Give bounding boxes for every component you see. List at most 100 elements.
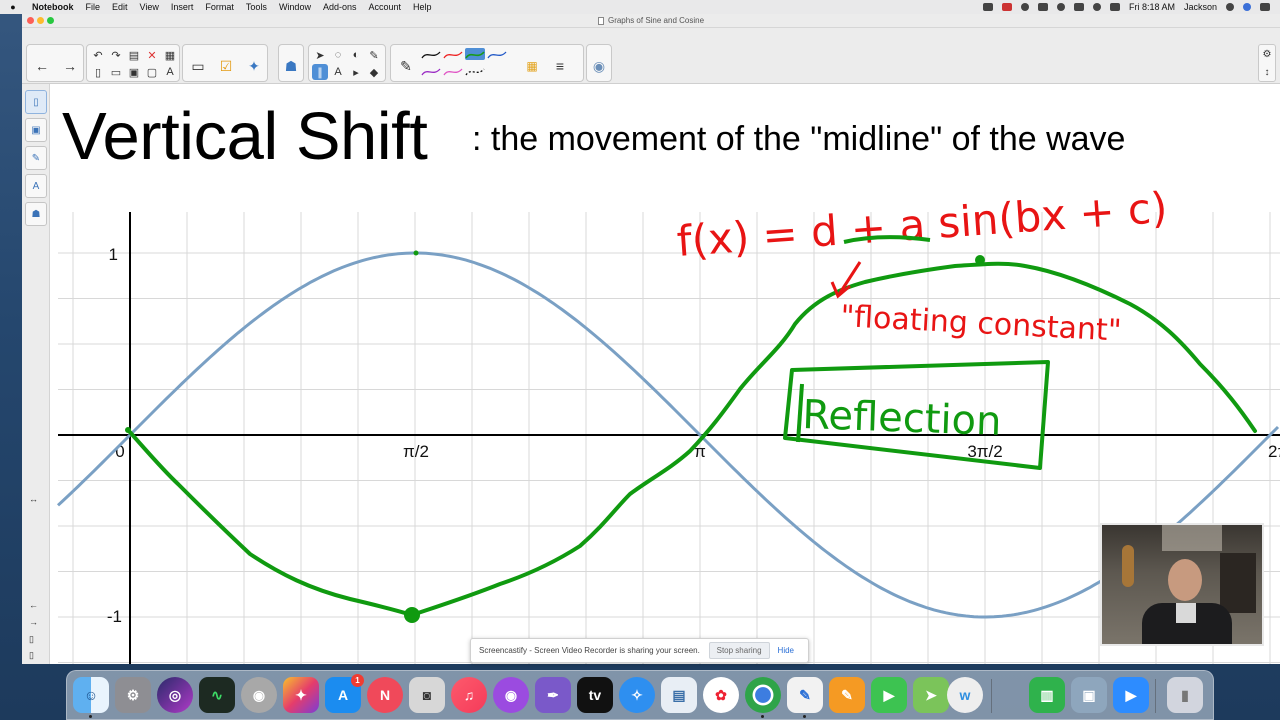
battery-icon[interactable] bbox=[1109, 3, 1120, 11]
dock-finder-icon[interactable]: ☺ bbox=[73, 677, 109, 718]
apple-menu-icon[interactable]: ● bbox=[0, 2, 26, 12]
gallery-tab[interactable]: ▣ bbox=[25, 118, 47, 142]
previous-page-button[interactable]: ← bbox=[31, 55, 53, 77]
side-next-page-icon[interactable]: → bbox=[29, 617, 38, 627]
open-file-button[interactable]: ▭ bbox=[108, 64, 124, 80]
siri-icon[interactable] bbox=[1243, 3, 1251, 11]
save-button[interactable]: ▣ bbox=[126, 64, 142, 80]
window-minimize-button[interactable] bbox=[37, 17, 44, 24]
dock-tv-icon[interactable]: tv bbox=[577, 677, 613, 713]
pen-green-selected[interactable] bbox=[465, 48, 485, 60]
text-tool-icon[interactable]: A bbox=[330, 64, 346, 80]
display-button[interactable]: ▭ bbox=[187, 55, 209, 77]
menu-help[interactable]: Help bbox=[407, 2, 438, 12]
magic-pen-icon[interactable]: ✎ bbox=[366, 47, 382, 63]
redo-button[interactable]: ↷ bbox=[108, 47, 124, 63]
expand-sidebar-icon[interactable]: ↔ bbox=[29, 494, 38, 504]
pen-pink[interactable] bbox=[443, 65, 463, 77]
dock-photo-booth-icon[interactable]: ◙ bbox=[409, 677, 445, 713]
stop-sharing-button[interactable]: Stop sharing bbox=[708, 642, 770, 659]
color-palette-icon[interactable]: ▦ bbox=[521, 55, 543, 77]
select-tool-icon[interactable]: ➤ bbox=[312, 47, 328, 63]
side-delete-page-icon[interactable]: ▯ bbox=[29, 650, 34, 661]
dock-numbers-icon[interactable]: ▥ bbox=[1029, 677, 1065, 713]
dock-news-icon[interactable]: N bbox=[367, 677, 403, 713]
menu-app-name[interactable]: Notebook bbox=[26, 2, 80, 12]
new-page-button[interactable]: ▯ bbox=[90, 64, 106, 80]
pen-blue[interactable] bbox=[487, 48, 507, 60]
pen-red[interactable] bbox=[443, 48, 463, 60]
camera-status-icon[interactable] bbox=[982, 3, 993, 11]
hide-banner-link[interactable]: Hide bbox=[778, 646, 794, 655]
dropbox-status-icon[interactable] bbox=[1020, 3, 1029, 11]
dock-music-icon[interactable]: ♫ bbox=[451, 677, 487, 713]
font-button[interactable]: A bbox=[162, 64, 178, 80]
undo-button[interactable]: ↶ bbox=[90, 47, 106, 63]
dock-final-cut-icon[interactable]: ✦ bbox=[283, 677, 319, 713]
dock-safari-icon[interactable]: ✧ bbox=[619, 677, 655, 713]
dock-system-preferences-icon[interactable]: ⚙ bbox=[115, 677, 151, 713]
menu-format[interactable]: Format bbox=[199, 2, 240, 12]
dock-zoom-icon[interactable]: ▶ bbox=[1113, 677, 1149, 713]
display-status-icon[interactable] bbox=[1037, 3, 1048, 11]
pen-black-thin[interactable] bbox=[421, 48, 441, 60]
properties-icon[interactable]: ◉ bbox=[588, 55, 610, 77]
pen-black-dashed[interactable] bbox=[465, 65, 485, 77]
pen-mode-icon[interactable]: ∥ bbox=[312, 64, 328, 80]
dock-siri-icon[interactable]: ◎ bbox=[157, 677, 193, 713]
dock-disk-utility-icon[interactable]: ◉ bbox=[241, 677, 277, 713]
dock-maps-icon[interactable]: ➤ bbox=[913, 677, 949, 713]
menu-window[interactable]: Window bbox=[273, 2, 317, 12]
attachments-tab[interactable]: ✎ bbox=[25, 146, 47, 170]
bluetooth-icon[interactable] bbox=[1073, 3, 1084, 11]
record-status-icon[interactable] bbox=[1001, 3, 1012, 11]
spotlight-search-icon[interactable] bbox=[1226, 3, 1234, 11]
table-button[interactable]: ▦ bbox=[162, 47, 178, 63]
toolbar-position-icon[interactable]: ↕ bbox=[1265, 67, 1270, 78]
line-style-icon[interactable]: ≡ bbox=[549, 55, 571, 77]
menu-account[interactable]: Account bbox=[362, 2, 407, 12]
dock-pages-icon[interactable]: ✎ bbox=[829, 677, 865, 713]
properties-tab[interactable]: A bbox=[25, 174, 47, 198]
menu-tools[interactable]: Tools bbox=[240, 2, 273, 12]
dock-trash-icon[interactable]: ▮ bbox=[1167, 677, 1203, 713]
wifi-icon[interactable] bbox=[1092, 3, 1101, 11]
menu-add-ons[interactable]: Add-ons bbox=[317, 2, 363, 12]
line-tool-icon[interactable]: ▸ bbox=[348, 64, 364, 80]
dock-photos-icon[interactable]: ✿ bbox=[703, 677, 739, 713]
dock-notebook-icon[interactable]: ✎ bbox=[787, 677, 823, 718]
notification-center-icon[interactable] bbox=[1260, 3, 1270, 11]
dock-facetime-icon[interactable]: ▶ bbox=[871, 677, 907, 713]
dock-podcasts-icon[interactable]: ◉ bbox=[493, 677, 529, 713]
page-sorter-tab[interactable]: ▯ bbox=[25, 90, 47, 114]
dock-chrome-icon[interactable] bbox=[745, 677, 781, 718]
dock-preview-icon[interactable]: ▤ bbox=[661, 677, 697, 713]
response-button[interactable]: ☗ bbox=[280, 55, 302, 77]
menu-view[interactable]: View bbox=[134, 2, 165, 12]
delete-button[interactable]: ✕ bbox=[144, 47, 160, 63]
side-prev-page-icon[interactable]: ← bbox=[29, 600, 38, 610]
screen-shade-button[interactable]: ▢ bbox=[144, 64, 160, 80]
dock-wunderlist-icon[interactable]: w bbox=[947, 677, 983, 713]
dock-app-store-icon[interactable]: A1 bbox=[325, 674, 364, 713]
fill-tool-icon[interactable]: ◐ bbox=[348, 47, 364, 63]
menu-file[interactable]: File bbox=[80, 2, 107, 12]
capture-button[interactable]: ☑ bbox=[215, 55, 237, 77]
side-add-page-icon[interactable]: ▯ bbox=[29, 634, 34, 645]
next-page-button[interactable]: → bbox=[59, 55, 81, 77]
menu-edit[interactable]: Edit bbox=[106, 2, 134, 12]
gear-icon[interactable]: ⚙ bbox=[1263, 49, 1272, 60]
addons-button[interactable]: ✦ bbox=[243, 55, 265, 77]
dock-image-capture-icon[interactable]: ▣ bbox=[1071, 677, 1107, 713]
window-close-button[interactable] bbox=[27, 17, 34, 24]
menubar-user[interactable]: Jackson bbox=[1184, 2, 1217, 12]
dock-activity-monitor-icon[interactable]: ∿ bbox=[199, 677, 235, 713]
dock-feather-icon[interactable]: ✒ bbox=[535, 677, 571, 713]
menubar-clock[interactable]: Fri 8:18 AM bbox=[1129, 2, 1175, 12]
shape-tool-icon[interactable]: ◌ bbox=[330, 47, 346, 63]
window-maximize-button[interactable] bbox=[47, 17, 54, 24]
time-machine-icon[interactable] bbox=[1056, 3, 1065, 11]
eraser-tool-icon[interactable]: ◆ bbox=[366, 64, 382, 80]
menu-insert[interactable]: Insert bbox=[165, 2, 200, 12]
pen-purple[interactable] bbox=[421, 65, 441, 77]
